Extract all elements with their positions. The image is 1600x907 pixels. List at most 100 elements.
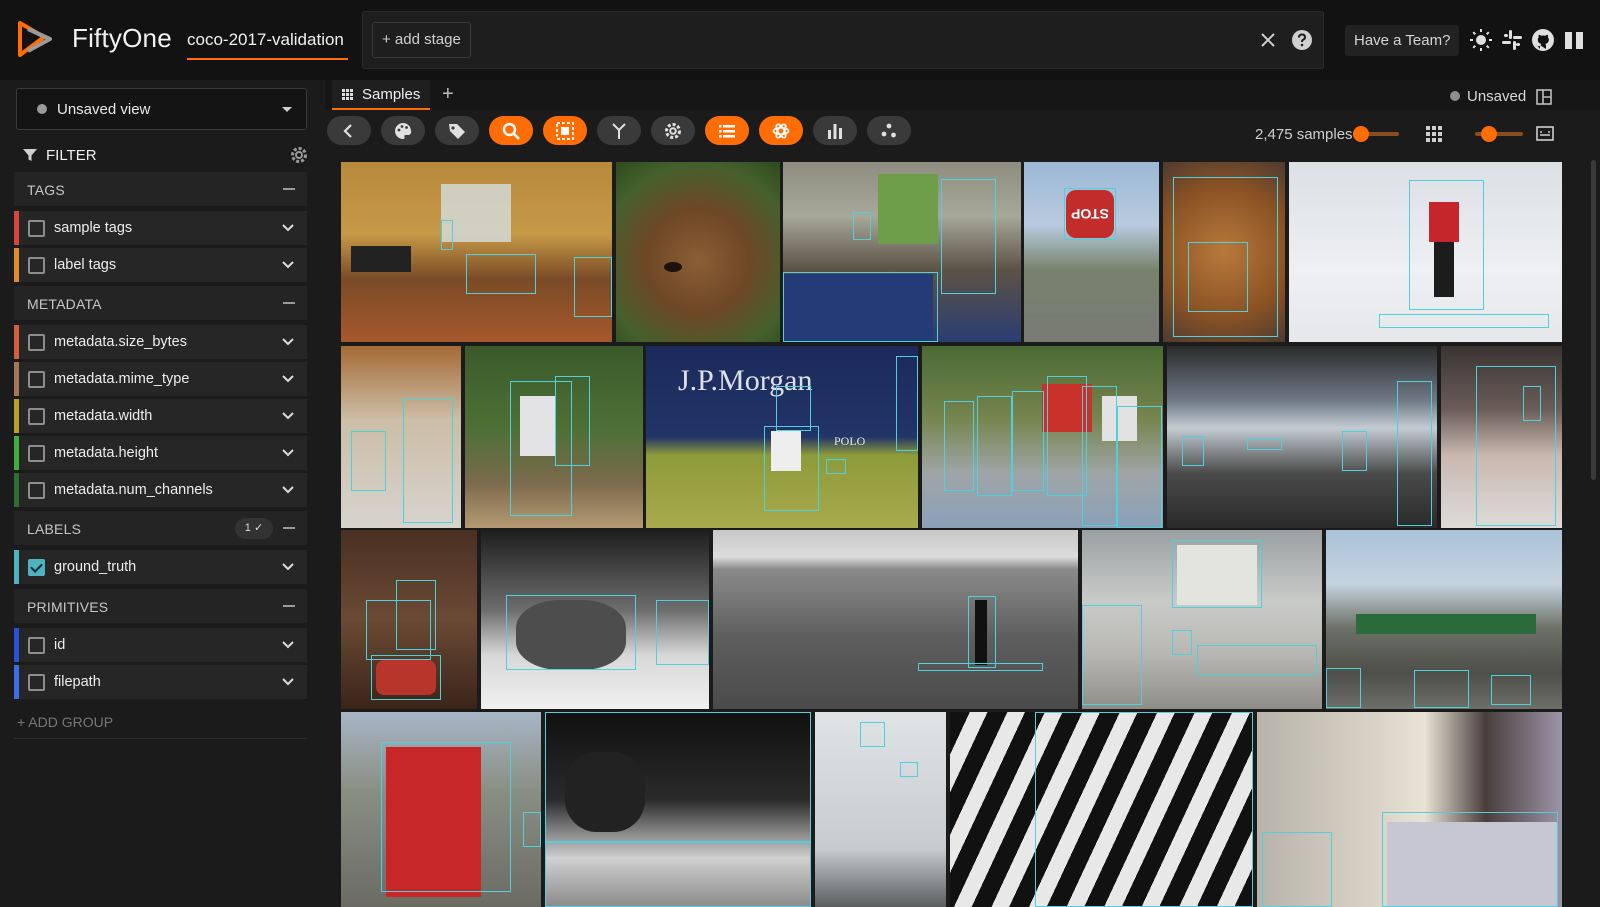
grid-scrollbar[interactable] xyxy=(1591,160,1596,480)
github-icon[interactable] xyxy=(1531,28,1555,52)
bounding-box xyxy=(1382,812,1558,907)
sample-tile[interactable]: STOP xyxy=(1024,162,1159,342)
grid-size-icon[interactable] xyxy=(1426,126,1442,142)
sample-tile[interactable] xyxy=(1257,712,1562,907)
chevron-down-icon[interactable] xyxy=(281,446,295,460)
sample-tile[interactable] xyxy=(341,530,477,709)
layout-icon[interactable] xyxy=(1536,89,1552,105)
selection-button[interactable] xyxy=(543,116,587,145)
similarity-search-button[interactable] xyxy=(489,116,533,145)
sort-by-similarity-button[interactable] xyxy=(597,116,641,145)
chevron-down-icon[interactable] xyxy=(281,258,295,272)
sample-tile[interactable] xyxy=(481,530,709,709)
chevron-down-icon[interactable] xyxy=(281,638,295,652)
theme-sun-icon[interactable] xyxy=(1469,28,1493,52)
openai-button[interactable] xyxy=(759,116,803,145)
field-metadata-size-bytes[interactable]: metadata.size_bytes xyxy=(14,325,307,359)
collapse-icon[interactable] xyxy=(283,527,295,529)
sample-tile[interactable] xyxy=(616,162,780,342)
color-scheme-button[interactable] xyxy=(381,116,425,145)
field-filepath[interactable]: filepath xyxy=(14,665,307,699)
slack-icon[interactable] xyxy=(1500,28,1524,52)
add-stage-button[interactable]: + add stage xyxy=(372,22,471,58)
sample-tile[interactable] xyxy=(341,346,461,528)
field-checkbox[interactable] xyxy=(28,674,45,691)
histograms-button[interactable] xyxy=(813,116,857,145)
sample-tile[interactable] xyxy=(1163,162,1285,342)
field-checkbox[interactable] xyxy=(28,257,45,274)
tag-button[interactable] xyxy=(435,116,479,145)
sample-tile[interactable] xyxy=(1082,530,1322,709)
group-labels-header[interactable]: LABELS 1 ✓ xyxy=(14,511,307,545)
sample-tile[interactable] xyxy=(1326,530,1562,709)
embeddings-button[interactable] xyxy=(867,116,911,145)
sample-tile[interactable] xyxy=(922,346,1163,528)
sample-tile[interactable] xyxy=(341,712,541,907)
group-metadata-header[interactable]: METADATA xyxy=(14,286,307,320)
chevron-down-icon[interactable] xyxy=(281,675,295,689)
have-a-team-button[interactable]: Have a Team? xyxy=(1345,25,1460,56)
group-tags-header[interactable]: TAGS xyxy=(14,172,307,206)
field-id[interactable]: id xyxy=(14,628,307,662)
chevron-down-icon[interactable] xyxy=(281,409,295,423)
collapse-icon[interactable] xyxy=(283,605,295,607)
grid-zoom-slider-thumb[interactable] xyxy=(1481,126,1497,142)
field-metadata-mime-type[interactable]: metadata.mime_type xyxy=(14,362,307,396)
settings-button[interactable] xyxy=(651,116,695,145)
collapse-icon[interactable] xyxy=(283,302,295,304)
add-panel-button[interactable]: + xyxy=(442,84,454,104)
sample-tile[interactable] xyxy=(1441,346,1562,528)
sample-tile[interactable] xyxy=(713,530,1078,709)
field-checkbox[interactable] xyxy=(28,482,45,499)
chevron-down-icon[interactable] xyxy=(281,372,295,386)
add-group-button[interactable]: + ADD GROUP xyxy=(17,714,113,730)
collapse-icon[interactable] xyxy=(283,188,295,190)
gear-icon[interactable] xyxy=(289,145,309,165)
operators-list-button[interactable] xyxy=(705,116,749,145)
sample-tile[interactable] xyxy=(545,712,811,907)
field-checkbox[interactable] xyxy=(28,220,45,237)
sample-tile[interactable] xyxy=(783,162,1021,342)
field-checkbox[interactable] xyxy=(28,371,45,388)
field-checkbox[interactable] xyxy=(28,334,45,351)
label-opacity-slider-thumb[interactable] xyxy=(1353,126,1369,142)
back-button[interactable] xyxy=(327,116,371,145)
view-stage-bar[interactable]: + add stage xyxy=(362,11,1324,69)
field-checkbox[interactable] xyxy=(28,408,45,425)
field-sample-tags[interactable]: sample tags xyxy=(14,211,307,245)
field-checkbox-checked[interactable] xyxy=(28,559,45,576)
field-checkbox[interactable] xyxy=(28,445,45,462)
field-color-bar xyxy=(14,436,19,470)
bounding-box xyxy=(826,459,846,474)
bounding-box xyxy=(941,179,996,294)
chevron-down-icon[interactable] xyxy=(281,560,295,574)
dataset-selector[interactable]: coco-2017-validation xyxy=(187,30,348,60)
labels-selected-count-badge[interactable]: 1 ✓ xyxy=(235,518,273,539)
chevron-down-icon[interactable] xyxy=(281,221,295,235)
sample-tile[interactable]: J.P.Morgan POLO xyxy=(646,346,918,528)
sample-tile[interactable] xyxy=(1289,162,1562,342)
chevron-down-icon[interactable] xyxy=(281,335,295,349)
list-icon xyxy=(719,125,735,138)
docs-book-icon[interactable] xyxy=(1562,28,1586,52)
sample-tile[interactable] xyxy=(1167,346,1437,528)
field-metadata-height[interactable]: metadata.height xyxy=(14,436,307,470)
sample-tile[interactable] xyxy=(465,346,643,528)
group-title: PRIMITIVES xyxy=(27,599,109,615)
sample-tile[interactable] xyxy=(815,712,946,907)
help-icon[interactable] xyxy=(1291,29,1313,51)
chevron-down-icon[interactable] xyxy=(281,483,295,497)
field-metadata-width[interactable]: metadata.width xyxy=(14,399,307,433)
close-icon[interactable] xyxy=(1257,29,1279,51)
field-checkbox[interactable] xyxy=(28,637,45,654)
fullscreen-icon[interactable] xyxy=(1536,126,1554,141)
sample-tile[interactable] xyxy=(341,162,612,342)
group-primitives-header[interactable]: PRIMITIVES xyxy=(14,589,307,623)
field-label-tags[interactable]: label tags xyxy=(14,248,307,282)
view-selector[interactable]: Unsaved view xyxy=(16,88,307,130)
sample-tile[interactable] xyxy=(950,712,1253,907)
field-metadata-num-channels[interactable]: metadata.num_channels xyxy=(14,473,307,507)
tab-samples[interactable]: Samples xyxy=(332,80,430,110)
field-ground-truth[interactable]: ground_truth xyxy=(14,550,307,584)
fiftyone-logo[interactable] xyxy=(14,17,58,61)
